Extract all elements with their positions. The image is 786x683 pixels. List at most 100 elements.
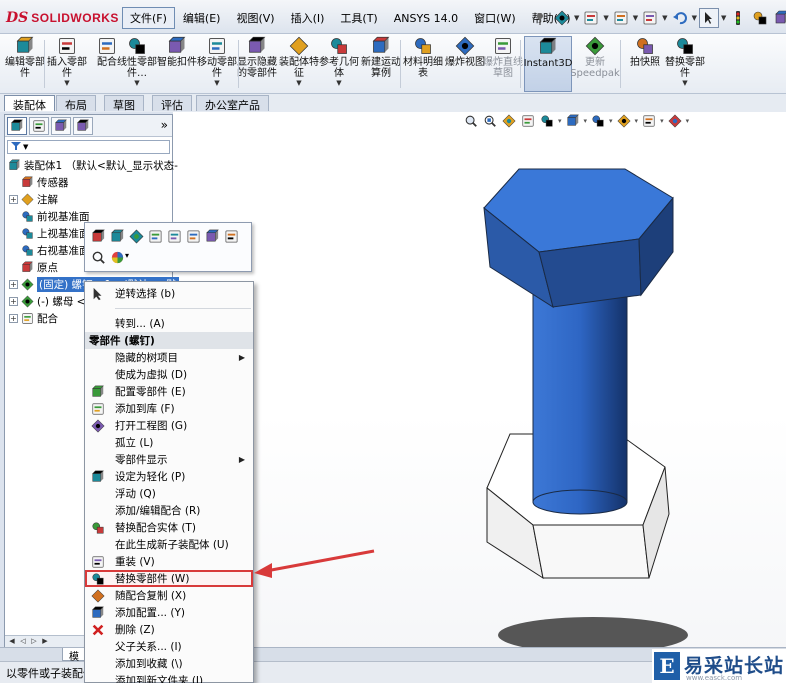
menu-item[interactable]: 文件(F)	[122, 7, 175, 29]
ribbon-tab[interactable]: 布局	[56, 95, 96, 112]
chevron-down-icon[interactable]: ▾	[125, 251, 129, 260]
tree-item[interactable]: 上视基准面	[9, 225, 90, 242]
chevron-down-icon[interactable]: ▼	[662, 14, 667, 22]
panel-more-button[interactable]: »	[161, 118, 168, 132]
tree-item[interactable]: + 配合	[9, 310, 58, 327]
tree-item[interactable]: 原点	[9, 259, 58, 276]
options-icon[interactable]	[772, 8, 786, 28]
ribbon-button[interactable]: Instant3D	[524, 36, 572, 92]
scroll-first-icon[interactable]: ◀	[7, 637, 17, 646]
ribbon-button[interactable]: 移动零部件 ▼	[196, 36, 238, 92]
print-icon[interactable]	[640, 8, 660, 28]
chevron-down-icon[interactable]: ▼	[633, 14, 638, 22]
ribbon-button[interactable]: 材料明细表	[402, 36, 444, 92]
menu-item[interactable]: 添加配置... (Y)	[85, 604, 253, 621]
menu-item[interactable]: 父子关系... (I)	[85, 638, 253, 655]
chevron-down-icon[interactable]: ▼	[214, 79, 219, 87]
zoom-to-selection-icon[interactable]	[89, 248, 107, 266]
menu-item[interactable]: ANSYS 14.0	[386, 9, 466, 28]
ribbon-tab[interactable]: 办公室产品	[196, 95, 269, 112]
display-manager-icon[interactable]	[73, 116, 93, 135]
chevron-down-icon[interactable]: ▼	[682, 79, 687, 87]
solidworks-logo[interactable]: DS SOLIDWORKS	[6, 8, 119, 28]
expand-icon[interactable]: +	[9, 314, 18, 323]
ribbon-button[interactable]: 显示隐藏的零部件	[236, 36, 278, 92]
bolt-nut-model[interactable]	[173, 112, 786, 661]
chevron-down-icon[interactable]: ▼	[134, 79, 139, 87]
ribbon-tab[interactable]: 评估	[152, 95, 192, 112]
chevron-down-icon[interactable]: ▼	[296, 79, 301, 87]
ribbon-button[interactable]: 更新Speedpak	[570, 36, 620, 92]
menu-item[interactable]: 删除 (Z)	[85, 621, 253, 638]
pin-icon[interactable]	[530, 8, 550, 28]
menu-item[interactable]: 添加/编辑配合 (R)	[85, 502, 253, 519]
ribbon-button[interactable]: 新建运动算例	[360, 36, 402, 92]
component-properties-icon[interactable]	[127, 227, 145, 245]
tree-item[interactable]: 装配体1 （默认<默认_显示状态-	[7, 157, 178, 174]
menu-item[interactable]: 窗口(W)	[466, 7, 523, 29]
scroll-left-icon[interactable]: ◁	[18, 637, 28, 646]
ribbon-tab[interactable]: 装配体	[4, 95, 55, 112]
expand-icon[interactable]: +	[9, 280, 18, 289]
menu-item[interactable]: 添加到收藏 (\)	[85, 655, 253, 672]
change-transparency-icon[interactable]	[165, 227, 183, 245]
new-doc-icon[interactable]	[552, 8, 572, 28]
menu-item[interactable]: 零部件显示 ▶	[85, 451, 253, 468]
menu-item[interactable]: 随配合复制 (X)	[85, 587, 253, 604]
expand-icon[interactable]: +	[9, 195, 18, 204]
menu-item[interactable]: 转到... (A)	[85, 315, 253, 332]
graphics-viewport[interactable]: ▾ ▾ ▾ ▾ ▾ ▾	[173, 112, 786, 661]
menu-item[interactable]: 浮动 (Q)	[85, 485, 253, 502]
ribbon-button[interactable]: 线性零部件… ▼	[116, 36, 158, 92]
model-tab[interactable]: 模	[62, 648, 86, 663]
menu-item[interactable]: 替换零部件 (W)	[85, 570, 253, 587]
ribbon-button[interactable]: 装配体特征 ▼	[278, 36, 320, 92]
feature-manager-icon[interactable]	[7, 116, 27, 135]
chevron-down-icon[interactable]: ▼	[603, 14, 608, 22]
menu-item[interactable]: 隐藏的树项目 ▶	[85, 349, 253, 366]
ribbon-button[interactable]: 智能扣件	[156, 36, 198, 92]
menu-item[interactable]: 添加到新文件夹 (J)	[85, 672, 253, 683]
menu-item[interactable]: 在此生成新子装配体 (U)	[85, 536, 253, 553]
menu-item[interactable]: 设定为轻化 (P)	[85, 468, 253, 485]
undo-icon[interactable]	[670, 8, 690, 28]
menu-item[interactable]: 工具(T)	[332, 7, 385, 29]
open-part-icon[interactable]	[89, 227, 107, 245]
menu-item[interactable]: 孤立 (L)	[85, 434, 253, 451]
chevron-down-icon[interactable]: ▼	[574, 14, 579, 22]
menu-item[interactable]: 逆转选择 (b)	[85, 285, 253, 302]
tree-item[interactable]: 前视基准面	[9, 208, 90, 225]
tree-filter[interactable]: ▼	[7, 140, 170, 154]
ribbon-button[interactable]: 替换零部件 ▼	[664, 36, 706, 92]
select-icon[interactable]	[698, 8, 719, 28]
ribbon-button[interactable]: 爆炸视图	[444, 36, 486, 92]
smart-fastener-icon[interactable]	[203, 227, 221, 245]
menu-item[interactable]: 配置零部件 (E)	[85, 383, 253, 400]
ribbon-button[interactable]: 编辑零部件	[4, 36, 46, 92]
menu-item[interactable]: 插入(I)	[283, 7, 333, 29]
menu-item[interactable]: 重装 (V)	[85, 553, 253, 570]
expand-icon[interactable]: +	[9, 297, 18, 306]
file-properties-icon[interactable]	[750, 8, 770, 28]
menu-item[interactable]: 添加到库 (F)	[85, 400, 253, 417]
configurations-icon[interactable]	[222, 227, 240, 245]
menu-item[interactable]: 视图(V)	[228, 7, 282, 29]
menu-item[interactable]: 编辑(E)	[175, 7, 229, 29]
menu-item[interactable]: 替换配合实体 (T)	[85, 519, 253, 536]
ribbon-tab[interactable]: 草图	[104, 95, 144, 112]
chevron-down-icon[interactable]: ▼	[64, 79, 69, 87]
tree-item[interactable]: 右视基准面	[9, 242, 90, 259]
ribbon-button[interactable]: 参考几何体 ▼	[318, 36, 360, 92]
tree-item[interactable]: 传感器	[9, 174, 69, 191]
tree-item[interactable]: + 注解	[9, 191, 58, 208]
chevron-down-icon[interactable]: ▼	[336, 79, 341, 87]
config-manager-icon[interactable]	[51, 116, 71, 135]
menu-item[interactable]: 打开工程图 (G)	[85, 417, 253, 434]
menu-item[interactable]: 使成为虚拟 (D)	[85, 366, 253, 383]
ribbon-button[interactable]: 拍快照	[624, 36, 666, 92]
save-icon[interactable]	[611, 8, 631, 28]
chevron-down-icon[interactable]: ▼	[692, 14, 697, 22]
mate-icon[interactable]	[184, 227, 202, 245]
open-folder-icon[interactable]	[581, 8, 601, 28]
scroll-last-icon[interactable]: ▶	[40, 637, 50, 646]
